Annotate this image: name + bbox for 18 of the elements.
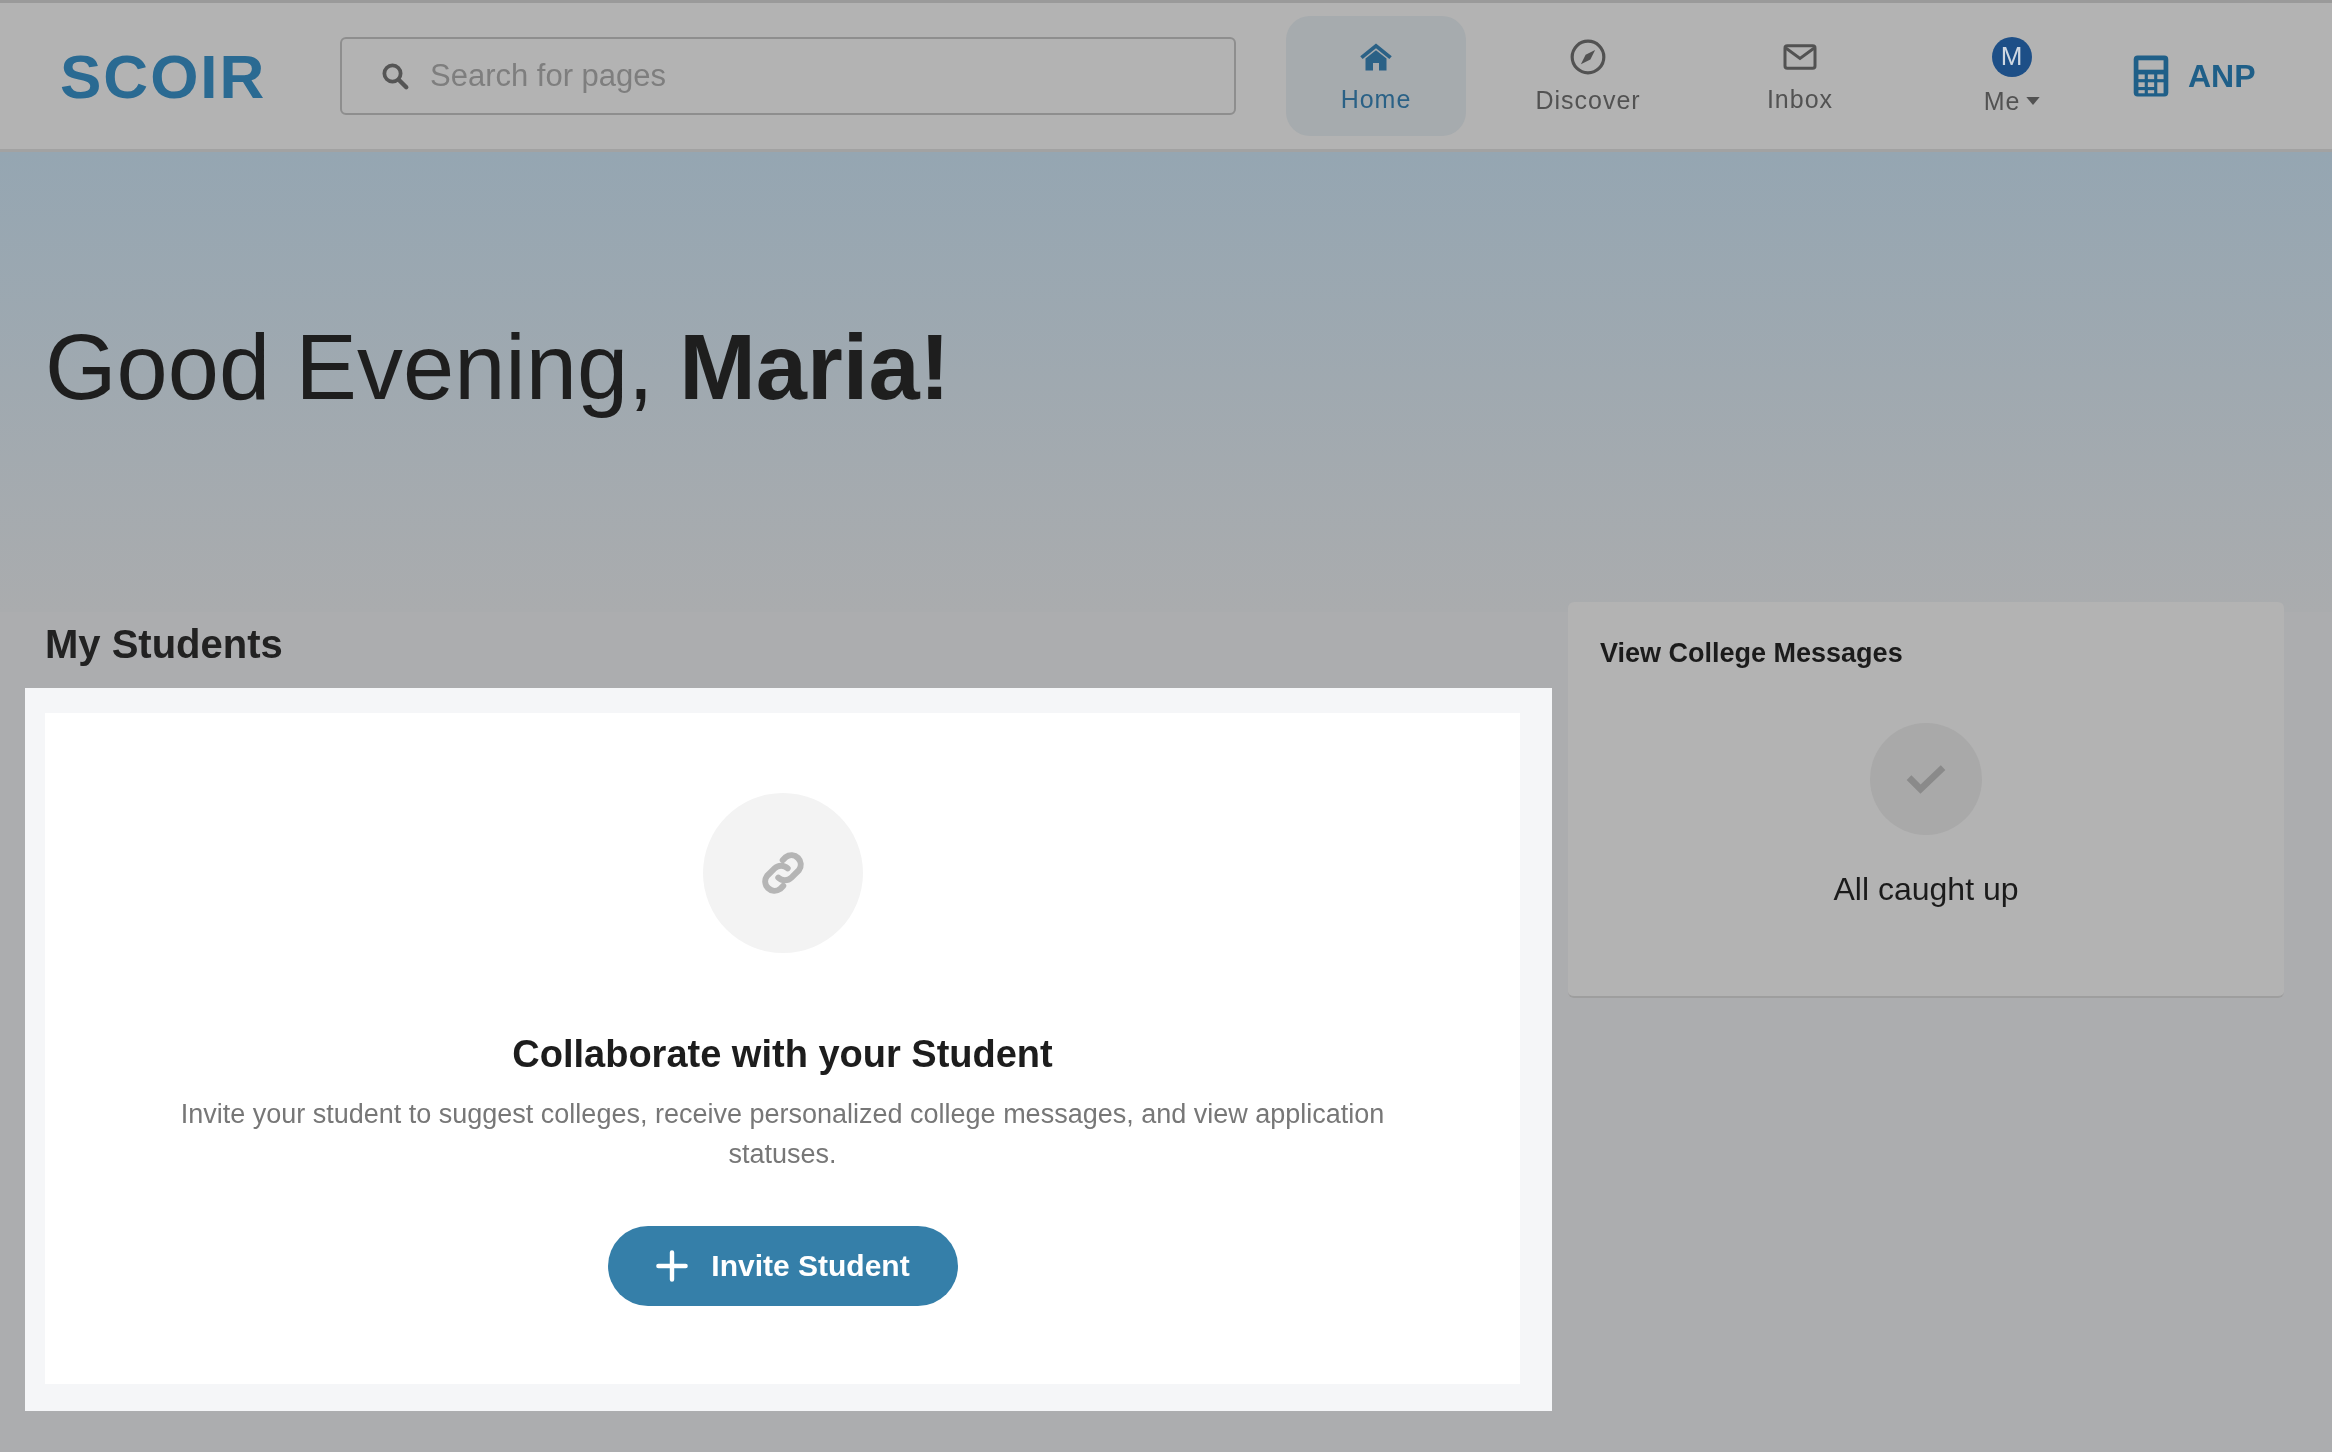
nav-tab[interactable]: Home: [1286, 16, 1466, 136]
plus-icon: [655, 1249, 690, 1283]
greeting: Good Evening, Maria!: [45, 314, 951, 420]
section-title: My Students: [44, 620, 284, 668]
card-title: View College Messages: [1600, 638, 1903, 669]
compass-icon: [1569, 37, 1607, 76]
nav-tab[interactable]: Inbox: [1710, 16, 1890, 136]
invite-student-button[interactable]: Invite Student: [607, 1226, 958, 1306]
caret-icon: [2026, 97, 2041, 105]
user-avatar: M: [1992, 36, 2032, 77]
card-description: Invite your student to suggest colleges, receive personalized college messages, and view application statuses.: [179, 1098, 1386, 1171]
calculator-button[interactable]: ANP: [2132, 54, 2256, 98]
nav-tab[interactable]: M Me: [1922, 16, 2102, 136]
search-icon: [380, 61, 410, 91]
calculator-icon: [2132, 54, 2170, 98]
status-text: All caught up: [1833, 871, 2019, 908]
card-heading: Collaborate with your Student: [512, 1033, 1053, 1076]
nav-tab[interactable]: Discover: [1498, 16, 1678, 136]
